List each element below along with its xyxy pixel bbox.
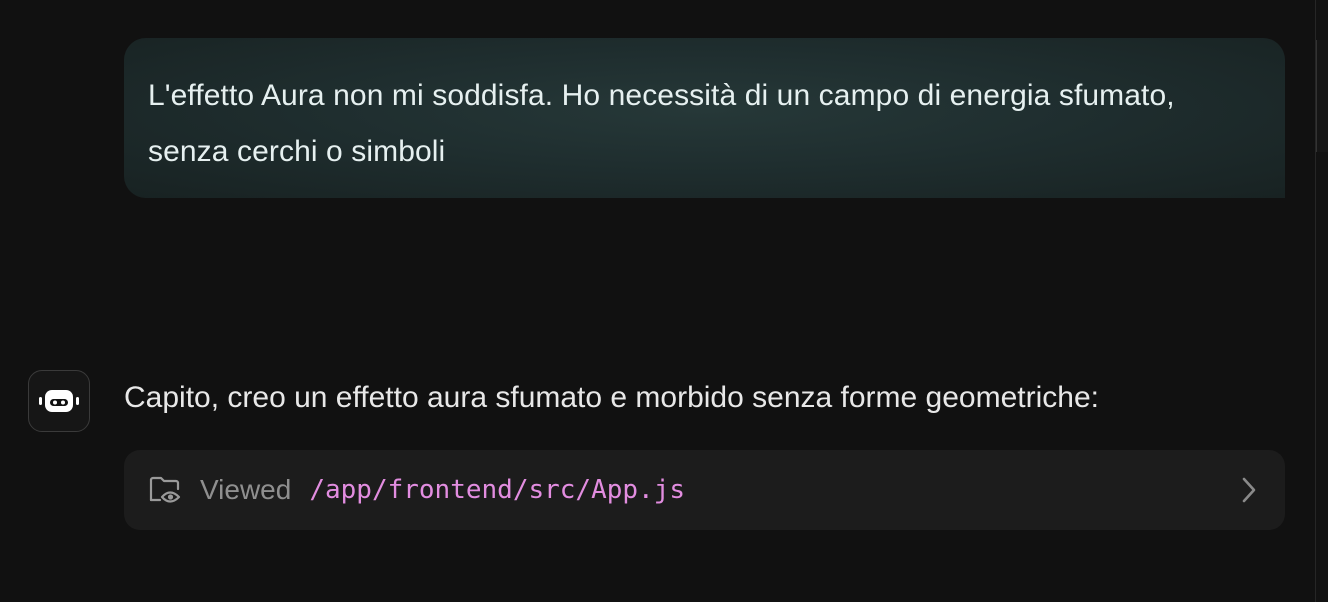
- user-message-bubble: L'effetto Aura non mi soddisfa. Ho neces…: [124, 38, 1285, 198]
- folder-eye-icon: [148, 473, 184, 507]
- user-message-text: L'effetto Aura non mi soddisfa. Ho neces…: [148, 79, 1175, 168]
- assistant-avatar: [28, 370, 90, 432]
- chat-page: L'effetto Aura non mi soddisfa. Ho neces…: [0, 0, 1328, 602]
- scrollbar-thumb[interactable]: [1316, 40, 1328, 152]
- assistant-message-text: Capito, creo un effetto aura sfumato e m…: [124, 381, 1099, 414]
- chevron-right-icon[interactable]: [1237, 476, 1261, 504]
- file-path-link[interactable]: /app/frontend/src/App.js: [309, 475, 1237, 505]
- viewed-file-row[interactable]: Viewed /app/frontend/src/App.js: [124, 450, 1285, 530]
- scrollbar-track[interactable]: [1315, 0, 1328, 602]
- viewed-label: Viewed: [200, 474, 292, 505]
- robot-icon: [39, 390, 79, 412]
